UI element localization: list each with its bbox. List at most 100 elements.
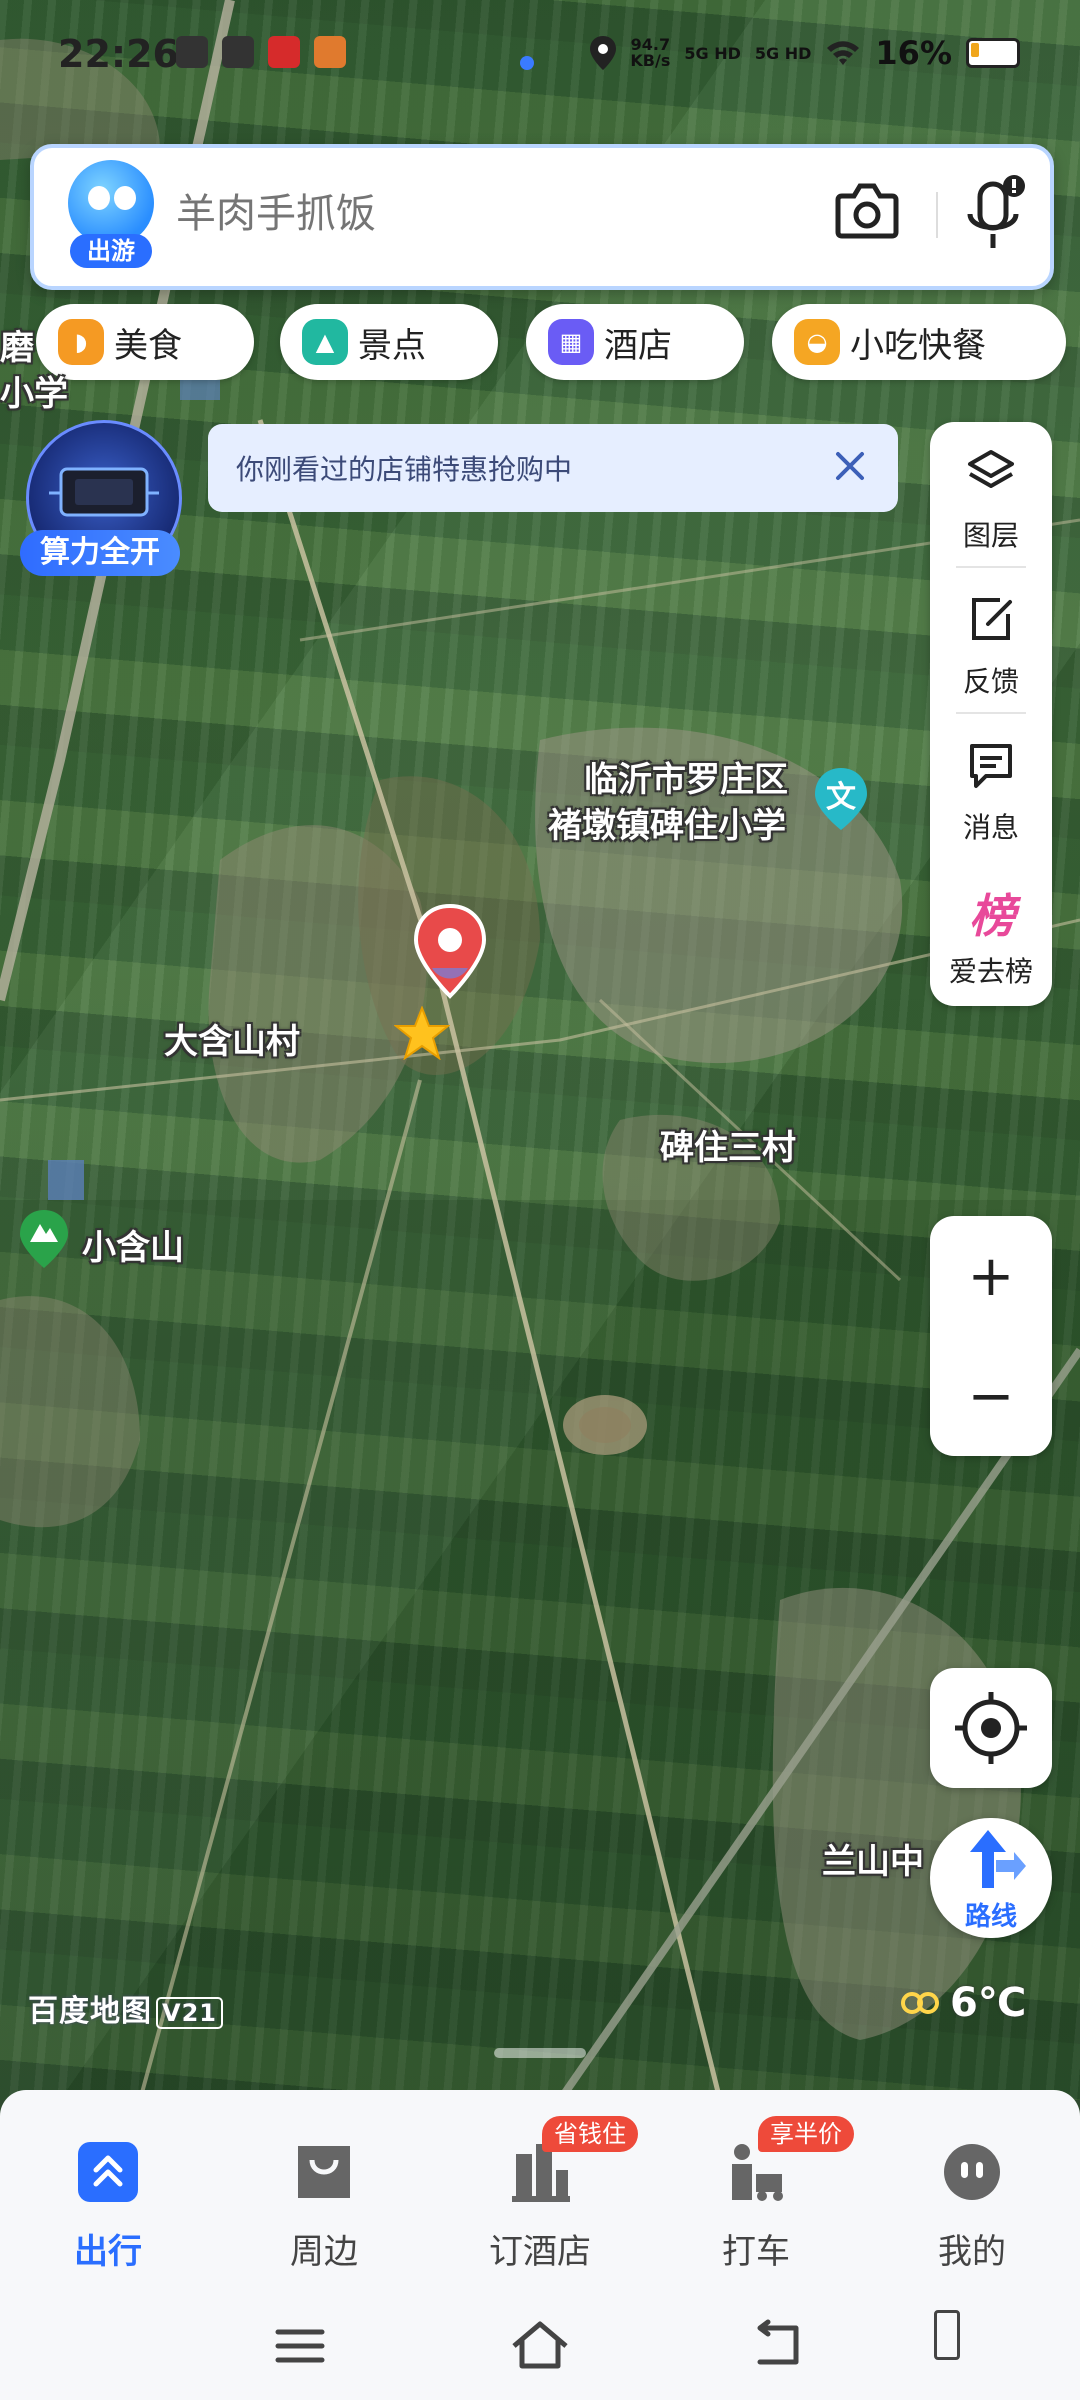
school-label[interactable]: 临沂市罗庄区 — [584, 752, 788, 801]
status-bar: 22:26 94.7 KB/s 5G HD 5G HD 16% — [0, 0, 1080, 110]
chip-snacks[interactable]: ◒ 小吃快餐 — [772, 304, 1066, 380]
promo-notice[interactable]: 你刚看过的店铺特惠抢购中 — [208, 424, 898, 512]
school-poi-icon[interactable]: 文 — [812, 766, 870, 832]
star-icon[interactable] — [393, 1005, 451, 1061]
tab-label: 出行 — [74, 2232, 142, 2272]
logo-text: 百度地图 — [28, 1994, 152, 2029]
promo-badge[interactable]: 算力全开 — [20, 420, 182, 580]
layers-button[interactable]: 图层 — [930, 422, 1052, 562]
chip-label: 美食 — [114, 325, 182, 366]
side-item-label: 消息 — [962, 811, 1019, 844]
signal-1: 5G HD — [684, 43, 741, 63]
close-icon[interactable] — [830, 446, 870, 486]
app-notification-icon — [314, 36, 346, 68]
category-chips: ◗ 美食 ▲ 景点 ▦ 酒店 ◒ 小吃快餐 — [36, 304, 1066, 380]
logo-version: V21 — [156, 1997, 223, 2029]
message-icon — [970, 744, 1012, 788]
feedback-icon — [972, 598, 1012, 640]
scenery-icon: ▲ — [302, 319, 348, 365]
travel-icon — [78, 2142, 138, 2202]
layers-icon — [968, 450, 1014, 488]
zoom-out-button[interactable]: − — [930, 1336, 1052, 1456]
tab-label: 周边 — [290, 2232, 358, 2272]
village-label[interactable]: 碑住三村 — [660, 1120, 796, 1169]
ranking-icon: 榜 — [969, 889, 1015, 943]
promo-label: 算力全开 — [20, 530, 180, 576]
feedback-button[interactable]: 反馈 — [930, 568, 1052, 708]
camera-icon[interactable] — [834, 180, 900, 240]
ranking-button[interactable]: 榜 爱去榜 — [930, 858, 1052, 998]
tab-label: 打车 — [722, 2232, 790, 2272]
nearby-icon — [298, 2146, 350, 2198]
side-item-label: 反馈 — [962, 665, 1019, 698]
search-divider — [936, 192, 938, 238]
app-notification-icon — [176, 36, 208, 68]
school-label[interactable]: 兰山中 — [822, 1834, 924, 1883]
map-tools-panel: 图层 反馈 消息 榜 爱去榜 — [930, 422, 1052, 1006]
app-notification-icon — [222, 36, 254, 68]
notice-text: 你刚看过的店铺特惠抢购中 — [236, 453, 573, 486]
profile-icon — [944, 2144, 1000, 2200]
route-arrow-icon — [970, 1830, 1026, 1888]
side-item-label: 爱去榜 — [948, 955, 1033, 988]
locate-button[interactable] — [930, 1668, 1052, 1788]
crosshair-icon — [955, 1692, 1027, 1764]
location-marker-icon[interactable] — [410, 902, 490, 1002]
chip-attractions[interactable]: ▲ 景点 — [280, 304, 498, 380]
status-right: 94.7 KB/s 5G HD 5G HD 16% — [590, 34, 1020, 72]
chip-label: 酒店 — [604, 325, 672, 366]
map-label: 小学 — [0, 374, 68, 414]
wifi-icon — [827, 41, 860, 65]
tab-label: 我的 — [938, 2232, 1006, 2272]
snack-icon: ◒ — [794, 319, 840, 365]
tab-label: 订酒店 — [489, 2232, 591, 2272]
mountain-poi-icon[interactable] — [18, 1208, 70, 1270]
zoom-controls: + − — [930, 1216, 1052, 1456]
messages-button[interactable]: 消息 — [930, 714, 1052, 854]
search-input[interactable] — [174, 178, 778, 250]
tab-badge: 享半价 — [758, 2116, 854, 2152]
zoom-in-button[interactable]: + — [930, 1216, 1052, 1336]
chip-food[interactable]: ◗ 美食 — [36, 304, 254, 380]
status-time: 22:26 — [58, 32, 179, 76]
mountain-label[interactable]: 小含山 — [82, 1220, 184, 1269]
tab-hotel[interactable]: 订酒店 省钱住 — [432, 2116, 648, 2290]
taobao-icon — [268, 36, 300, 68]
battery-icon — [966, 38, 1020, 68]
tab-profile[interactable]: 我的 — [864, 2120, 1080, 2290]
signal-2: 5G HD — [754, 43, 812, 63]
hotel-icon: ▦ — [548, 319, 594, 365]
chip-label: 小吃快餐 — [850, 325, 986, 366]
search-bar[interactable]: 出游 — [30, 144, 1054, 290]
home-icon[interactable] — [500, 2310, 580, 2380]
tab-nearby[interactable]: 周边 — [216, 2120, 432, 2290]
microphone-icon[interactable] — [960, 172, 1030, 262]
network-speed: 94.7 KB/s — [630, 35, 671, 70]
drag-handle[interactable] — [494, 2048, 586, 2058]
school-label[interactable]: 褚墩镇碑住小学 — [548, 798, 786, 847]
tab-travel[interactable]: 出行 — [0, 2120, 216, 2290]
weather-widget[interactable]: 6℃ — [900, 1980, 1026, 2026]
location-icon — [590, 36, 617, 70]
battery-percent: 16% — [875, 34, 952, 72]
chip-hotel[interactable]: ▦ 酒店 — [526, 304, 744, 380]
temperature: 6℃ — [950, 1980, 1027, 2026]
recent-apps-icon[interactable] — [934, 2310, 960, 2360]
side-item-label: 图层 — [962, 519, 1019, 552]
tab-taxi[interactable]: 打车 享半价 — [648, 2116, 864, 2290]
route-label: 路线 — [964, 1902, 1017, 1932]
route-button[interactable]: 路线 — [930, 1818, 1052, 1938]
menu-icon[interactable] — [260, 2310, 340, 2380]
map-label: 磨 — [0, 328, 34, 368]
back-icon[interactable] — [740, 2310, 820, 2380]
food-icon: ◗ — [58, 319, 104, 365]
chip-label: 景点 — [358, 325, 426, 366]
system-nav-bar — [0, 2290, 1080, 2400]
village-label[interactable]: 大含山村 — [164, 1014, 300, 1063]
notification-icons — [176, 36, 346, 68]
tab-badge: 省钱住 — [542, 2116, 638, 2152]
school-badge: 文 — [826, 780, 856, 815]
location-dot-icon — [520, 56, 534, 70]
baidu-map-logo: 百度地图 V21 — [28, 1986, 223, 2030]
air-quality-icon — [901, 1992, 939, 2014]
